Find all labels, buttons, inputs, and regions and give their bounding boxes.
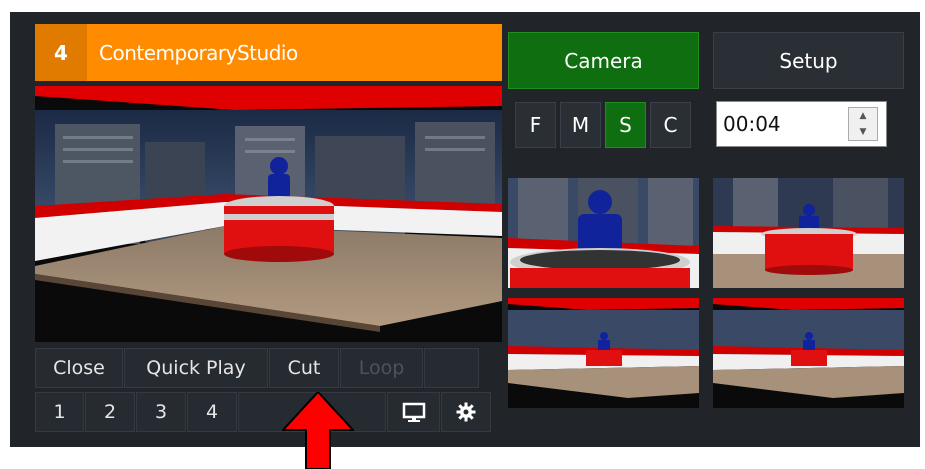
input-title: ContemporaryStudio — [99, 40, 298, 65]
red-arrow-icon — [282, 392, 354, 469]
duration-value[interactable]: 00:04 — [717, 112, 848, 136]
input-number-controls: 1 2 3 4 — [35, 392, 491, 432]
input-header[interactable]: 4 ContemporaryStudio — [35, 24, 502, 81]
camera-thumbnail-4[interactable] — [713, 298, 904, 408]
input-4-button[interactable]: 4 — [187, 392, 237, 432]
external-output-button[interactable] — [387, 392, 440, 432]
duration-spinner[interactable]: 00:04 ▲ ▼ — [716, 101, 887, 147]
input-1-button[interactable]: 1 — [35, 392, 84, 432]
settings-button[interactable] — [441, 392, 491, 432]
spinner-down-icon[interactable]: ▼ — [849, 124, 877, 140]
close-button[interactable]: Close — [35, 348, 123, 388]
camera-thumbnail-2[interactable] — [713, 178, 904, 288]
camera-thumbnail-1[interactable] — [508, 178, 699, 288]
input-number: 4 — [35, 24, 87, 81]
input-3-button[interactable]: 3 — [136, 392, 186, 432]
shot-s-button[interactable]: S — [605, 102, 646, 148]
studio-preview-image — [35, 86, 502, 342]
loop-button[interactable]: Loop — [340, 348, 423, 388]
shot-m-button[interactable]: M — [560, 102, 601, 148]
extra-button[interactable] — [424, 348, 479, 388]
shot-c-button[interactable]: C — [650, 102, 691, 148]
monitor-icon — [402, 402, 425, 422]
cut-button[interactable]: Cut — [269, 348, 339, 388]
tab-setup[interactable]: Setup — [713, 32, 904, 89]
input-2-button[interactable]: 2 — [85, 392, 135, 432]
main-preview[interactable] — [35, 86, 502, 342]
shot-f-button[interactable]: F — [515, 102, 556, 148]
playback-controls: Close Quick Play Cut Loop — [35, 348, 479, 388]
spinner-up-icon[interactable]: ▲ — [849, 108, 877, 124]
camera-thumbnail-3[interactable] — [508, 298, 699, 408]
shot-selector: F M S C — [515, 102, 691, 148]
tab-camera[interactable]: Camera — [508, 32, 699, 89]
quick-play-button[interactable]: Quick Play — [124, 348, 268, 388]
gear-icon — [456, 402, 476, 422]
